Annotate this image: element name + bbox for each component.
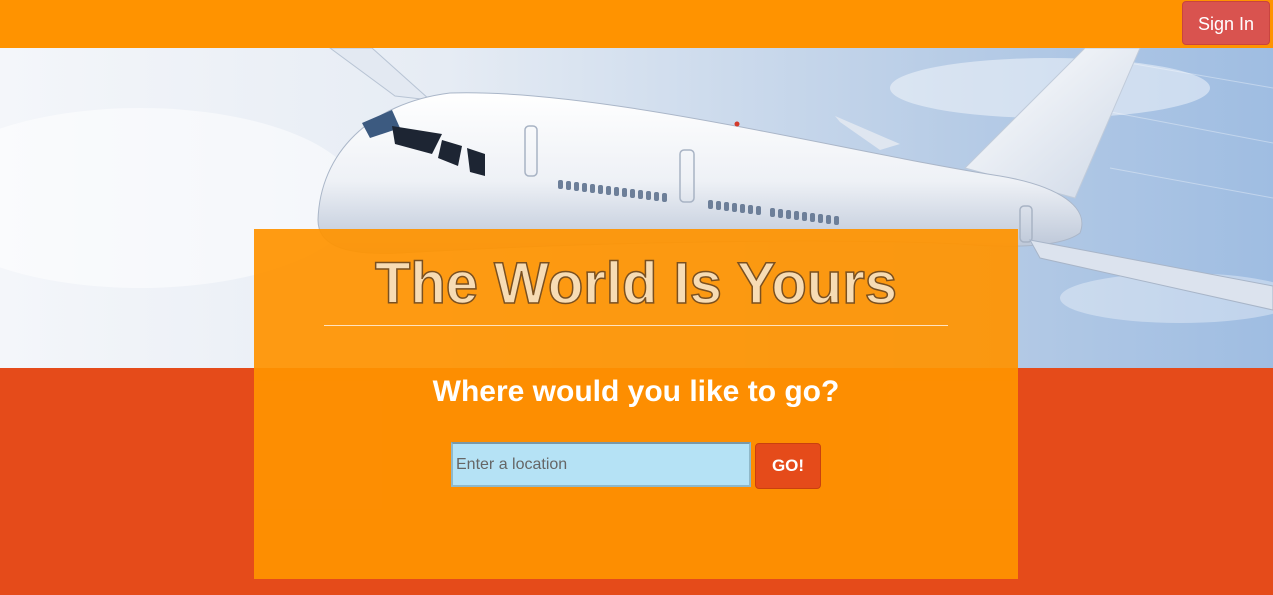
top-bar: Sign In: [0, 0, 1273, 48]
title-divider: [324, 325, 948, 326]
go-button[interactable]: GO!: [755, 443, 821, 489]
location-input[interactable]: [451, 442, 751, 487]
page: Sign In The World Is Yours Where would y…: [0, 0, 1273, 595]
page-title: The World Is Yours: [374, 250, 898, 317]
search-prompt: Where would you like to go?: [432, 375, 840, 408]
search-panel: The World Is Yours Where would you like …: [254, 229, 1018, 579]
sign-in-button[interactable]: Sign In: [1182, 1, 1270, 45]
